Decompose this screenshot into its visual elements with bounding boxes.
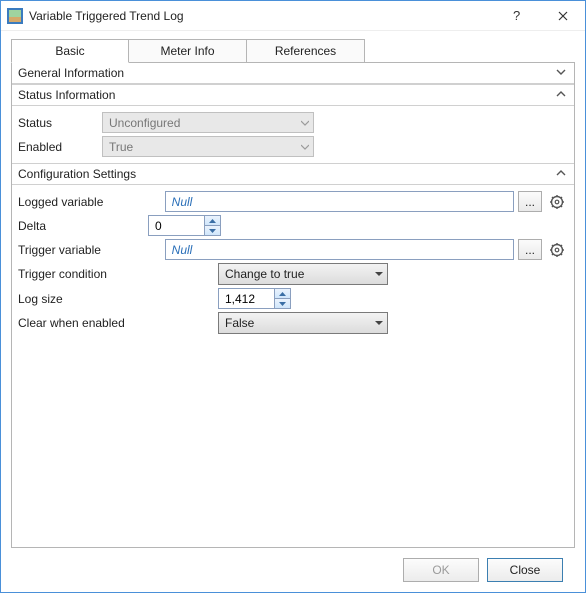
section-title-general: General Information [18,66,124,80]
trigger-variable-label: Trigger variable [18,243,165,257]
tab-strip: Basic Meter Info References [11,39,575,63]
section-title-config: Configuration Settings [18,167,136,181]
trigger-variable-input[interactable]: Null [165,239,514,260]
trigger-condition-select[interactable]: Change to true [218,263,388,285]
dialog-content: Basic Meter Info References General Info… [1,31,585,592]
clear-when-enabled-value: False [225,316,254,330]
chevron-up-icon [554,168,568,181]
dropdown-arrow-icon [375,267,383,281]
section-header-status[interactable]: Status Information [12,84,574,106]
trigger-condition-label: Trigger condition [18,267,218,281]
close-button[interactable]: Close [487,558,563,582]
delta-value: 0 [155,219,162,233]
ellipsis-icon: ... [525,243,535,257]
section-body-status: Status Unconfigured Enabled True [12,106,574,163]
log-size-value: 1,412 [225,292,255,306]
dropdown-arrow-icon [301,140,309,154]
section-body-config: Logged variable Null ... Del [12,185,574,340]
enabled-value: True [109,140,133,154]
tab-basic[interactable]: Basic [11,39,129,63]
logged-variable-input[interactable]: Null [165,191,514,212]
log-size-label: Log size [18,292,218,306]
chevron-down-icon [554,67,568,80]
gear-icon [549,242,565,258]
window-close-button[interactable] [540,1,585,31]
clear-when-enabled-select[interactable]: False [218,312,388,334]
dropdown-arrow-icon [375,316,383,330]
section-header-general[interactable]: General Information [12,63,574,84]
section-title-status: Status Information [18,88,115,102]
section-header-config[interactable]: Configuration Settings [12,163,574,185]
tab-panel: General Information Status Information S… [11,62,575,548]
delta-spin-down[interactable] [205,225,220,235]
log-size-spin-down[interactable] [275,298,290,308]
log-size-spin-up[interactable] [275,289,290,298]
logged-variable-value: Null [172,195,193,209]
tab-references[interactable]: References [247,39,365,63]
help-button[interactable]: ? [495,1,540,31]
window-title: Variable Triggered Trend Log [29,9,495,23]
delta-spinner[interactable]: 0 [148,215,221,236]
trigger-variable-browse-button[interactable]: ... [518,239,542,260]
trigger-variable-value: Null [172,243,193,257]
dropdown-arrow-icon [301,116,309,130]
chevron-up-icon [554,89,568,102]
logged-variable-browse-button[interactable]: ... [518,191,542,212]
status-value: Unconfigured [109,116,180,130]
status-field: Unconfigured [102,112,314,133]
titlebar: Variable Triggered Trend Log ? [1,1,585,31]
trigger-variable-settings-button[interactable] [546,239,568,260]
app-icon [7,8,23,24]
logged-variable-settings-button[interactable] [546,191,568,212]
delta-label: Delta [18,219,148,233]
ok-button[interactable]: OK [403,558,479,582]
tab-meter-info[interactable]: Meter Info [129,39,247,63]
trigger-condition-value: Change to true [225,267,304,281]
logged-variable-label: Logged variable [18,195,165,209]
log-size-spinner[interactable]: 1,412 [218,288,291,309]
clear-when-enabled-label: Clear when enabled [18,316,218,330]
svg-text:?: ? [513,9,520,23]
panel-empty-area [12,340,574,547]
enabled-label: Enabled [18,140,102,154]
dialog-window: Variable Triggered Trend Log ? Basic Met… [0,0,586,593]
gear-icon [549,194,565,210]
dialog-footer: OK Close [11,548,575,592]
enabled-field: True [102,136,314,157]
delta-spin-up[interactable] [205,216,220,225]
ellipsis-icon: ... [525,195,535,209]
status-label: Status [18,116,102,130]
